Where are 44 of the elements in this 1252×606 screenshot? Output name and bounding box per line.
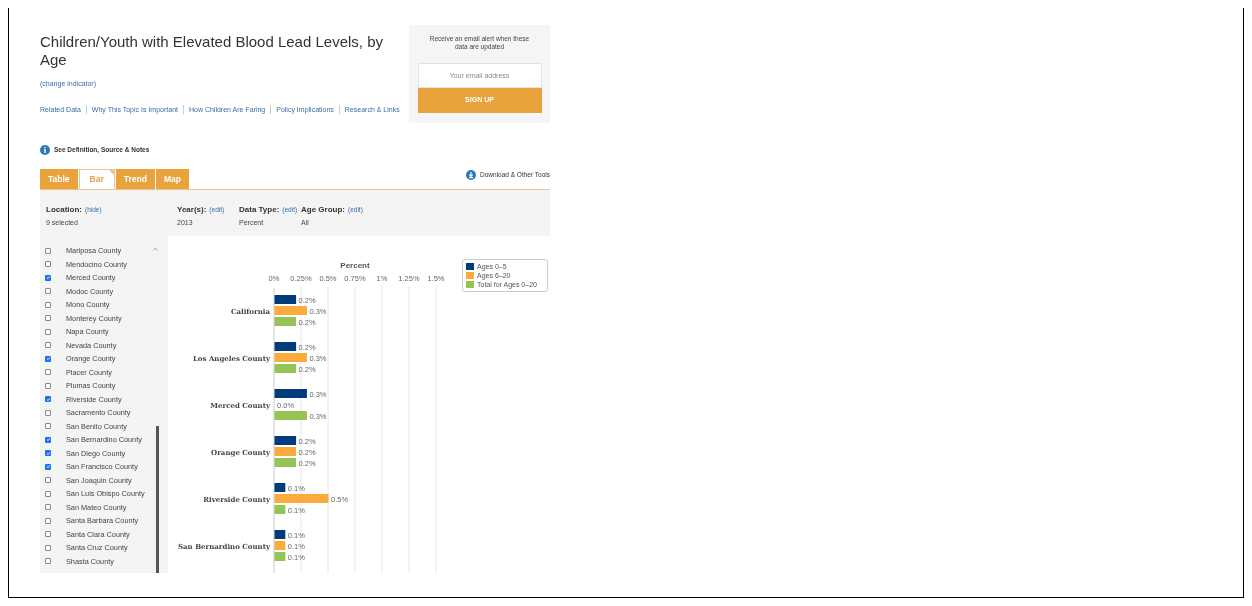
bar bbox=[274, 317, 297, 326]
checkbox[interactable] bbox=[45, 342, 51, 348]
filter-label: Data Type: bbox=[239, 204, 280, 216]
bar bbox=[274, 552, 286, 561]
checkbox[interactable] bbox=[45, 531, 51, 537]
bar bbox=[274, 483, 286, 492]
checkbox[interactable] bbox=[45, 409, 51, 416]
checkbox[interactable] bbox=[45, 490, 51, 497]
scrollbar-thumb[interactable] bbox=[156, 426, 159, 573]
axis-title: Percent bbox=[340, 261, 370, 270]
page-title: Children/Youth with Elevated Blood Lead Levels, by Age bbox=[40, 33, 384, 69]
checkbox[interactable] bbox=[45, 477, 51, 483]
checkbox[interactable] bbox=[45, 261, 51, 267]
checkbox[interactable] bbox=[45, 544, 51, 551]
bar bbox=[274, 306, 307, 315]
bar bbox=[274, 436, 297, 445]
bar bbox=[274, 530, 286, 539]
bar bbox=[274, 505, 286, 514]
checkbox[interactable] bbox=[45, 382, 51, 389]
bar bbox=[274, 342, 297, 351]
filter-label: Location: bbox=[46, 204, 82, 216]
info-icon bbox=[40, 145, 50, 155]
checkbox[interactable] bbox=[45, 517, 51, 524]
bar bbox=[274, 389, 307, 398]
checkbox[interactable] bbox=[45, 423, 51, 429]
checkbox[interactable] bbox=[45, 328, 51, 335]
bar bbox=[274, 411, 307, 420]
bar bbox=[274, 295, 297, 304]
bar bbox=[274, 364, 297, 373]
bar bbox=[274, 353, 307, 362]
bar bbox=[274, 494, 329, 503]
download-icon[interactable] bbox=[466, 170, 476, 180]
checkbox[interactable] bbox=[45, 247, 51, 254]
bar bbox=[274, 458, 297, 467]
filter-label: Age Group: bbox=[301, 204, 345, 216]
filter-label: Year(s): bbox=[177, 204, 207, 216]
checkbox[interactable] bbox=[45, 558, 51, 564]
checkbox[interactable] bbox=[45, 504, 51, 510]
checkbox[interactable] bbox=[45, 369, 51, 375]
checkbox[interactable] bbox=[45, 315, 51, 321]
checkbox[interactable] bbox=[45, 288, 51, 294]
checkbox[interactable] bbox=[45, 301, 51, 308]
bar bbox=[274, 447, 297, 456]
bar bbox=[274, 541, 286, 550]
